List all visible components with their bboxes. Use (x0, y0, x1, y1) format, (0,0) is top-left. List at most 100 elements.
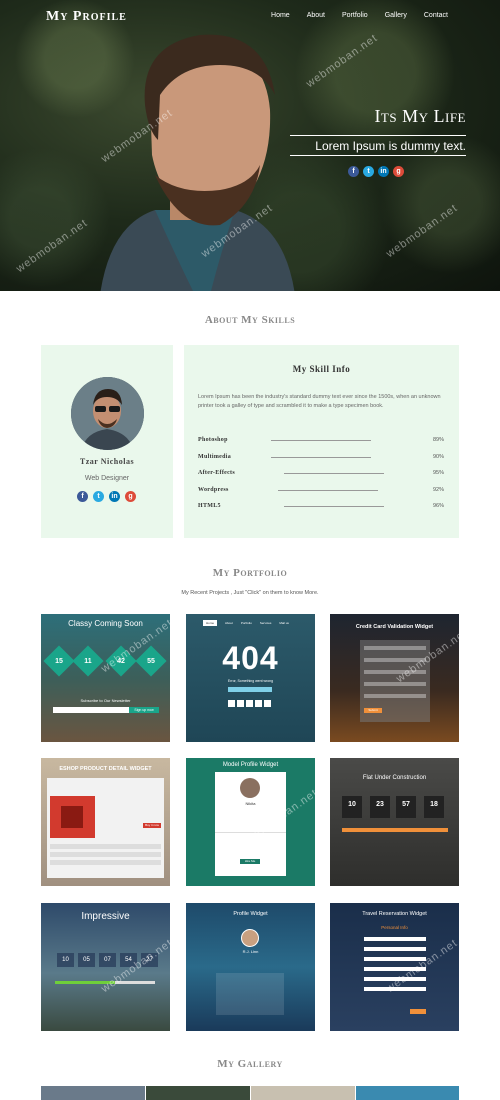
skill-description: Lorem Ipsum has been the industry's stan… (198, 394, 441, 409)
impressive-number: 07 (99, 953, 116, 967)
model-name: Nikita (245, 801, 256, 806)
portfolio-tile-404[interactable]: Home About Portfolio Services Mail us 40… (186, 614, 315, 742)
model-card: Nikita Hire Me (215, 772, 286, 876)
eshop-panel: Buy it now (47, 778, 164, 878)
avatar-portrait (71, 377, 144, 450)
menu-item: Portfolio (240, 621, 252, 625)
countdown-hours: 11 (84, 658, 92, 665)
tile-404-search (228, 687, 272, 692)
portfolio-subtitle: My Recent Projects , Just "Click" on the… (181, 590, 319, 596)
nav-home[interactable]: Home (271, 12, 290, 19)
hero-portrait (100, 34, 295, 291)
tile-title: Profile Widget (233, 911, 268, 917)
portfolio-tile-impressive[interactable]: Impressive 10 05 07 54 27 (41, 903, 170, 1031)
newsletter-input[interactable] (53, 707, 129, 713)
skill-name: Photoshop (198, 437, 228, 443)
menu-item: About (225, 621, 233, 625)
tile-404-code: 404 (222, 640, 279, 676)
travel-subtitle: Personal Info (381, 925, 408, 930)
google-plus-icon[interactable]: g (393, 166, 404, 177)
portfolio-section-title: My Portfolio (212, 567, 288, 579)
profile-name: Tzar Nicholas (79, 457, 135, 466)
hero-divider-top (290, 135, 466, 136)
gallery-image[interactable] (356, 1086, 459, 1100)
tile-title: Model Profile Widget (222, 762, 279, 768)
linkedin-icon[interactable]: in (109, 491, 120, 502)
menu-item: Services (259, 621, 272, 625)
twitter-icon[interactable]: t (93, 491, 104, 502)
countdown-days: 15 (55, 658, 63, 665)
hero-subtitle: Lorem Ipsum is dummy text. (315, 139, 466, 153)
impressive-number: 10 (57, 953, 74, 967)
skill-row: Wordpress 92% (198, 487, 444, 495)
skill-percent: 96% (432, 503, 444, 509)
skill-bar (271, 440, 371, 441)
construction-hours: 23 (370, 796, 390, 818)
nav-about[interactable]: About (307, 12, 325, 19)
travel-submit-button[interactable] (410, 1009, 426, 1014)
tile-404-caption: Error, Something went wrong (227, 679, 274, 683)
impressive-number: 54 (120, 953, 137, 967)
avatar (71, 377, 144, 450)
skill-row: Photoshop 89% (198, 437, 444, 445)
portfolio-tile-credit-card[interactable]: Credit Card Validation Widget Submit (330, 614, 459, 742)
portfolio-tile-travel[interactable]: Travel Reservation Widget Personal Info (330, 903, 459, 1031)
nav-portfolio[interactable]: Portfolio (342, 12, 368, 19)
nav-gallery[interactable]: Gallery (385, 12, 407, 19)
profile-card: Tzar Nicholas Web Designer f t in g (41, 345, 173, 538)
hero-divider-bottom (290, 155, 466, 156)
card-submit-button[interactable]: Submit (364, 708, 382, 713)
tile-title: Travel Reservation Widget (362, 911, 427, 917)
tile-title: ESHOP PRODUCT DETAIL WIDGET (59, 766, 152, 772)
portfolio-tile-model-profile[interactable]: Model Profile Widget Nikita Hire Me (186, 758, 315, 886)
profile-social-links: f t in g (77, 491, 136, 502)
gallery-image[interactable] (41, 1086, 145, 1100)
skill-info-card: My Skill Info Lorem Ipsum has been the i… (184, 345, 459, 538)
facebook-icon[interactable]: f (348, 166, 359, 177)
skill-bar (284, 473, 384, 474)
impressive-number: 27 (141, 953, 158, 967)
site-logo[interactable]: My Profile (46, 9, 127, 25)
portfolio-tile-under-construction[interactable]: Flat Under Construction 10 23 57 18 (330, 758, 459, 886)
skill-name: After-Effects (198, 470, 235, 476)
construction-days: 10 (342, 796, 362, 818)
skill-info-title: My Skill Info (292, 364, 351, 374)
skill-percent: 90% (432, 454, 444, 460)
countdown-minutes: 42 (117, 658, 125, 665)
newsletter-button[interactable]: Sign up now (129, 707, 159, 713)
gallery-image[interactable] (251, 1086, 355, 1100)
eshop-buy-button[interactable]: Buy it now (143, 823, 161, 828)
skill-name: HTML5 (198, 503, 221, 509)
tile-404-social (228, 700, 271, 707)
facebook-icon[interactable]: f (77, 491, 88, 502)
profile-widget-name: R.J. Linn (242, 949, 259, 954)
skill-bar (271, 457, 371, 458)
impressive-number: 05 (78, 953, 95, 967)
nav-contact[interactable]: Contact (424, 12, 448, 19)
tile-title: Flat Under Construction (362, 775, 427, 781)
hero-banner: My Profile Home About Portfolio Gallery … (0, 0, 500, 291)
skill-percent: 89% (432, 437, 444, 443)
google-plus-icon[interactable]: g (125, 491, 136, 502)
skill-bar (278, 490, 378, 491)
skill-bar (284, 506, 384, 507)
portfolio-tile-eshop[interactable]: ESHOP PRODUCT DETAIL WIDGET Buy it now (41, 758, 170, 886)
skill-name: Wordpress (198, 487, 229, 493)
model-hire-button[interactable]: Hire Me (240, 859, 260, 864)
twitter-icon[interactable]: t (363, 166, 374, 177)
portfolio-tile-profile-widget[interactable]: Profile Widget R.J. Linn (186, 903, 315, 1031)
gallery-image[interactable] (146, 1086, 250, 1100)
menu-item: Mail us (279, 621, 289, 625)
card-form: Submit (360, 640, 430, 722)
skills-section-title: About My Skills (204, 314, 296, 326)
construction-progress (342, 828, 448, 832)
skill-row: HTML5 96% (198, 503, 444, 511)
menu-item: Home (203, 620, 218, 626)
hero-title: Its My Life (374, 106, 466, 126)
tile-title: Credit Card Validation Widget (355, 624, 434, 630)
hero-social-links: f t in g (348, 166, 404, 177)
linkedin-icon[interactable]: in (378, 166, 389, 177)
skill-row: After-Effects 95% (198, 470, 444, 478)
skill-percent: 95% (432, 470, 444, 476)
portfolio-tile-coming-soon[interactable]: Classy Coming Soon 15 11 42 55 Subscribe… (41, 614, 170, 742)
